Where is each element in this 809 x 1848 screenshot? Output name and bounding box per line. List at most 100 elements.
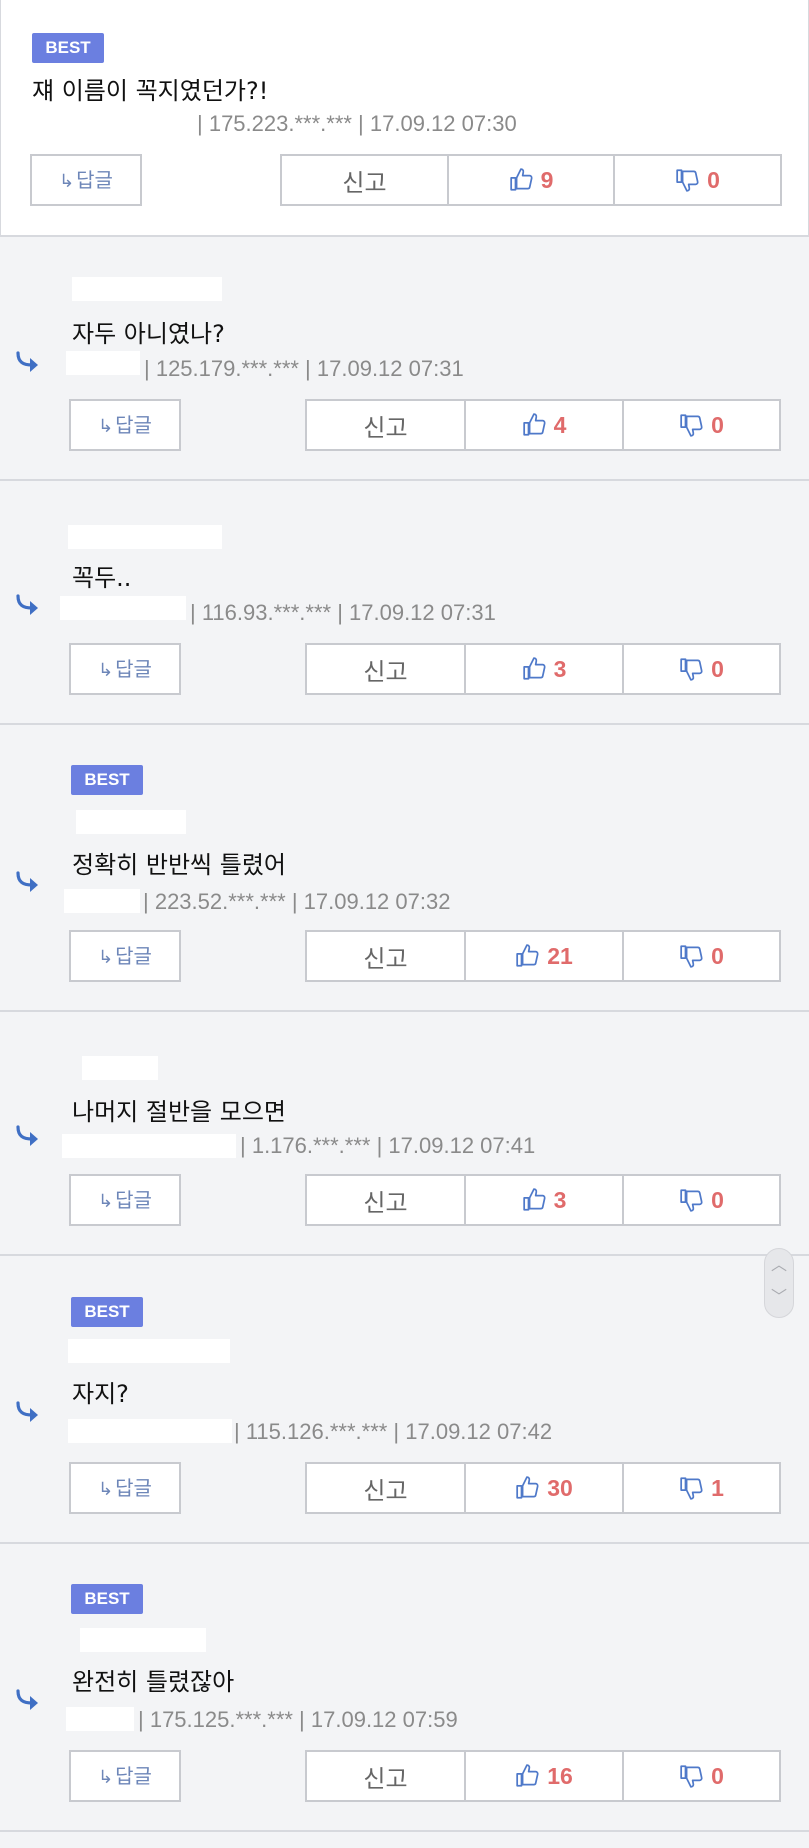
- report-button[interactable]: 신고: [282, 156, 449, 204]
- downvote-button[interactable]: 0: [624, 1752, 779, 1800]
- report-button[interactable]: 신고: [307, 401, 466, 449]
- downvote-button[interactable]: 0: [624, 1176, 779, 1224]
- reply-button[interactable]: ↳ 답글: [69, 1750, 181, 1802]
- thumbs-down-icon: [676, 169, 699, 192]
- comment-actions: ↳ 답글 신고 30 1: [69, 1462, 781, 1514]
- comment-meta: | 175.223.***.*** | 17.09.12 07:30: [197, 111, 517, 136]
- comment-item: 자두 아니였나? | 125.179.***.*** | 17.09.12 07…: [0, 237, 809, 481]
- author-redacted: [66, 351, 140, 375]
- reply-label: 답글: [115, 1188, 152, 1212]
- reply-arrow-icon: ↳: [98, 416, 114, 437]
- nickname-redacted: [68, 1339, 230, 1363]
- nickname-redacted: [82, 1056, 158, 1080]
- comment-meta: | 115.126.***.*** | 17.09.12 07:42: [234, 1419, 553, 1444]
- upvote-count: 3: [553, 1186, 567, 1213]
- upvote-count: 4: [553, 411, 567, 438]
- reply-button[interactable]: ↳ 답글: [69, 930, 181, 982]
- downvote-button[interactable]: 1: [624, 1464, 779, 1512]
- comment-meta: | 1.176.***.*** | 17.09.12 07:41: [240, 1133, 536, 1158]
- author-redacted: [62, 1134, 236, 1158]
- report-label: 신고: [363, 657, 408, 686]
- thumbs-up-icon: [522, 1188, 546, 1211]
- reply-button[interactable]: ↳ 답글: [69, 643, 181, 695]
- comment-text: 자두 아니였나?: [72, 320, 225, 348]
- comment-actions: ↳ 답글 신고 4 0: [69, 399, 781, 451]
- nickname-redacted: [76, 810, 186, 834]
- report-label: 신고: [363, 1188, 408, 1217]
- report-label: 신고: [342, 168, 387, 197]
- author-redacted: [60, 596, 186, 620]
- report-label: 신고: [363, 944, 408, 973]
- upvote-button[interactable]: 3: [466, 1176, 624, 1224]
- reply-indent-arrow-icon: [16, 1689, 38, 1710]
- report-label: 신고: [363, 1476, 408, 1505]
- comment-text: 자지?: [72, 1380, 129, 1408]
- upvote-button[interactable]: 3: [466, 645, 624, 693]
- report-button[interactable]: 신고: [307, 1752, 466, 1800]
- thumbs-down-icon: [680, 1765, 703, 1788]
- comment-actions: ↳ 답글 신고 3 0: [69, 1174, 781, 1226]
- upvote-button[interactable]: 30: [466, 1464, 624, 1512]
- upvote-count: 16: [547, 1762, 573, 1789]
- comment-item: BEST 자지? | 115.126.***.*** | 17.09.12 07…: [0, 1256, 809, 1544]
- comment-text: 완전히 틀렸잖아: [72, 1668, 235, 1696]
- comment-meta: | 175.125.***.*** | 17.09.12 07:59: [138, 1707, 458, 1732]
- downvote-count: 0: [711, 1186, 724, 1213]
- reply-arrow-icon: ↳: [98, 660, 114, 681]
- reply-button[interactable]: ↳ 답글: [69, 1462, 181, 1514]
- reply-indent-arrow-icon: [16, 1125, 38, 1146]
- reply-label: 답글: [115, 1476, 152, 1500]
- report-label: 신고: [363, 1764, 408, 1793]
- author-redacted: [68, 1419, 232, 1443]
- downvote-count: 0: [707, 166, 720, 193]
- reply-arrow-icon: ↳: [98, 1191, 114, 1212]
- thumbs-down-icon: [680, 945, 703, 968]
- reply-indent-arrow-icon: [16, 871, 38, 892]
- reply-label: 답글: [76, 168, 113, 192]
- vote-group: 신고 3 0: [305, 1174, 781, 1226]
- reply-label: 답글: [115, 944, 152, 968]
- vote-group: 신고 21 0: [305, 930, 781, 982]
- reply-label: 답글: [115, 657, 152, 681]
- report-button[interactable]: 신고: [307, 645, 466, 693]
- upvote-button[interactable]: 4: [466, 401, 624, 449]
- comment-text: 정확히 반반씩 틀렸어: [72, 851, 286, 879]
- downvote-button[interactable]: 0: [615, 156, 780, 204]
- comment-meta: | 116.93.***.*** | 17.09.12 07:31: [190, 600, 496, 625]
- upvote-count: 21: [547, 942, 573, 969]
- upvote-count: 3: [553, 655, 567, 682]
- chevron-down-icon[interactable]: ﹀: [765, 1281, 793, 1313]
- downvote-button[interactable]: 0: [624, 401, 779, 449]
- downvote-button[interactable]: 0: [624, 645, 779, 693]
- downvote-button[interactable]: 0: [624, 932, 779, 980]
- chevron-up-icon[interactable]: ︿: [765, 1249, 793, 1281]
- upvote-button[interactable]: 9: [449, 156, 615, 204]
- thumbs-up-icon: [522, 657, 546, 680]
- report-button[interactable]: 신고: [307, 1176, 466, 1224]
- comment-meta: | 223.52.***.*** | 17.09.12 07:32: [143, 889, 451, 914]
- comment-text: 나머지 절반을 모으면: [72, 1098, 286, 1126]
- reply-button[interactable]: ↳ 답글: [69, 399, 181, 451]
- upvote-count: 9: [540, 166, 554, 193]
- comment-actions: ↳ 답글 신고 21 0: [69, 930, 781, 982]
- reply-button[interactable]: ↳ 답글: [69, 1174, 181, 1226]
- report-button[interactable]: 신고: [307, 1464, 466, 1512]
- upvote-button[interactable]: 16: [466, 1752, 624, 1800]
- comment-item: BEST 완전히 틀렸잖아 | 175.125.***.*** | 17.09.…: [0, 1544, 809, 1832]
- vote-group: 신고 9 0: [280, 154, 782, 206]
- comment-text: 꼭두..: [72, 564, 132, 592]
- reply-arrow-icon: ↳: [98, 1767, 114, 1788]
- best-badge: BEST: [71, 1297, 143, 1327]
- thumbs-down-icon: [680, 1189, 703, 1212]
- reply-button[interactable]: ↳ 답글: [30, 154, 142, 206]
- reply-arrow-icon: ↳: [59, 171, 75, 192]
- thumbs-up-icon: [522, 413, 546, 436]
- best-badge: BEST: [71, 1584, 143, 1614]
- comment-actions: ↳ 답글 신고 16 0: [69, 1750, 781, 1802]
- vote-group: 신고 30 1: [305, 1462, 781, 1514]
- best-badge: BEST: [32, 33, 104, 63]
- reply-indent-arrow-icon: [16, 1401, 38, 1422]
- upvote-button[interactable]: 21: [466, 932, 624, 980]
- scroll-widget[interactable]: ︿ ﹀: [764, 1248, 794, 1318]
- report-button[interactable]: 신고: [307, 932, 466, 980]
